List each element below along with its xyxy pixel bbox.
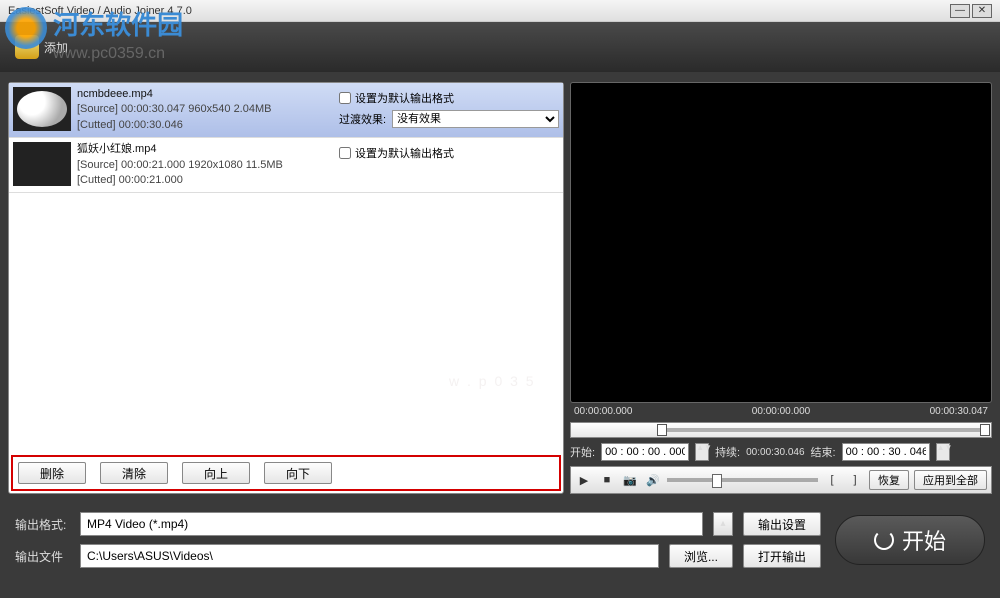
video-preview — [570, 82, 992, 403]
move-down-button[interactable]: 向下 — [264, 462, 332, 484]
player-controls: ▶ ■ 📷 🔊 [ ] 恢复 应用到全部 — [570, 466, 992, 494]
set-default-checkbox[interactable]: 设置为默认输出格式 — [339, 90, 559, 106]
move-up-button[interactable]: 向上 — [182, 462, 250, 484]
file-label: 输出文件 — [15, 548, 70, 565]
thumbnail — [13, 87, 71, 131]
end-label: 结束: — [811, 444, 836, 460]
window-title: EasiestSoft Video / Audio Joiner 4.7.0 — [8, 5, 950, 17]
list-button-bar: 删除 清除 向上 向下 — [11, 455, 561, 491]
add-folder-icon — [15, 35, 39, 59]
start-label: 开始: — [570, 444, 595, 460]
output-format-input[interactable] — [80, 512, 703, 536]
output-settings-button[interactable]: 输出设置 — [743, 512, 821, 536]
restore-button[interactable]: 恢复 — [869, 470, 909, 490]
clear-button[interactable]: 清除 — [100, 462, 168, 484]
item-info: ncmbdeee.mp4 [Source] 00:00:30.047 960x5… — [77, 87, 333, 133]
volume-icon[interactable]: 🔊 — [644, 471, 662, 489]
item-info: 狐妖小红娘.mp4 [Source] 00:00:21.000 1920x108… — [77, 142, 333, 188]
volume-slider[interactable] — [667, 478, 818, 482]
start-spinner[interactable]: ▲▼ — [695, 443, 709, 461]
file-list: ncmbdeee.mp4 [Source] 00:00:30.047 960x5… — [9, 83, 563, 453]
refresh-icon — [874, 530, 894, 550]
end-time-input[interactable] — [842, 443, 930, 461]
minimize-button[interactable]: — — [950, 4, 970, 18]
format-dropdown-icon[interactable]: ▴ — [713, 512, 733, 536]
output-bar: 输出格式: ▴ 输出设置 输出文件 浏览... 打开输出 开始 — [0, 504, 1000, 576]
mark-in-icon[interactable]: [ — [823, 471, 841, 489]
format-label: 输出格式: — [15, 516, 70, 533]
title-bar: EasiestSoft Video / Audio Joiner 4.7.0 —… — [0, 0, 1000, 22]
trim-slider[interactable] — [570, 422, 992, 438]
thumbnail — [13, 142, 71, 186]
end-spinner[interactable]: ▲▼ — [936, 443, 950, 461]
transition-select[interactable]: 没有效果 — [392, 110, 559, 128]
play-icon[interactable]: ▶ — [575, 471, 593, 489]
start-time-input[interactable] — [601, 443, 689, 461]
stop-icon[interactable]: ■ — [598, 471, 616, 489]
time-ruler: 00:00:00.000 00:00:00.000 00:00:30.047 — [570, 403, 992, 420]
list-item[interactable]: 狐妖小红娘.mp4 [Source] 00:00:21.000 1920x108… — [9, 138, 563, 193]
start-button[interactable]: 开始 — [835, 515, 985, 565]
apply-all-button[interactable]: 应用到全部 — [914, 470, 987, 490]
duration-label: 持续: — [715, 444, 740, 460]
close-button[interactable]: ✕ — [972, 4, 992, 18]
snapshot-icon[interactable]: 📷 — [621, 471, 639, 489]
output-path-input[interactable] — [80, 544, 659, 568]
slider-start-handle[interactable] — [657, 424, 667, 436]
browse-button[interactable]: 浏览... — [669, 544, 733, 568]
mark-out-icon[interactable]: ] — [846, 471, 864, 489]
add-button[interactable]: 添加 — [15, 35, 68, 59]
slider-end-handle[interactable] — [980, 424, 990, 436]
preview-panel: 00:00:00.000 00:00:00.000 00:00:30.047 开… — [570, 82, 992, 494]
duration-value: 00:00:30.046 — [746, 447, 804, 458]
set-default-checkbox[interactable]: 设置为默认输出格式 — [339, 145, 559, 161]
delete-button[interactable]: 删除 — [18, 462, 86, 484]
file-list-panel: ncmbdeee.mp4 [Source] 00:00:30.047 960x5… — [8, 82, 564, 494]
transition-label: 过渡效果: — [339, 111, 386, 127]
toolbar: 添加 — [0, 22, 1000, 72]
list-item[interactable]: ncmbdeee.mp4 [Source] 00:00:30.047 960x5… — [9, 83, 563, 138]
open-output-button[interactable]: 打开输出 — [743, 544, 821, 568]
